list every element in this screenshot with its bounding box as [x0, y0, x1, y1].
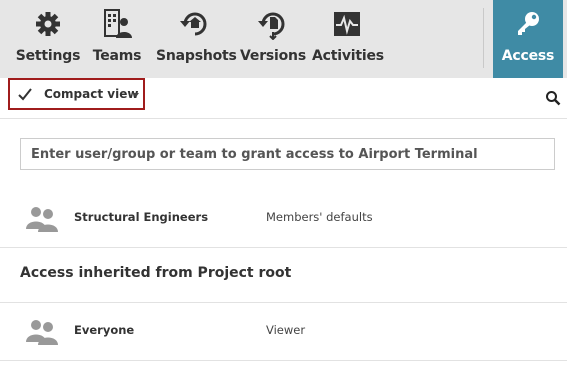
toolbar-label: Teams: [92, 48, 142, 64]
toolbar-label: Snapshots: [156, 48, 237, 64]
grant-access-input[interactable]: [20, 138, 555, 170]
view-bar: Compact view: [0, 78, 567, 119]
chevron-down-icon: [133, 93, 139, 97]
toolbar-access[interactable]: Access: [493, 0, 563, 78]
snapshots-icon: [180, 12, 207, 36]
member-role: Viewer: [266, 323, 306, 337]
toolbar-snapshots[interactable]: Snapshots: [156, 0, 237, 78]
view-selector[interactable]: Compact view: [8, 78, 145, 110]
toolbar-label: Access: [501, 48, 555, 64]
divider: [0, 302, 567, 303]
search-icon[interactable]: [545, 90, 561, 106]
key-icon: [518, 12, 539, 35]
member-role[interactable]: Members' defaults: [266, 210, 373, 224]
member-row[interactable]: Everyone Viewer: [0, 304, 567, 361]
gear-icon: [36, 12, 60, 36]
toolbar-label: Activities: [312, 48, 384, 64]
toolbar-divider: [483, 8, 484, 68]
toolbar-label: Versions: [240, 48, 306, 64]
member-name: Everyone: [74, 323, 135, 337]
activities-icon: [334, 12, 360, 36]
inherited-section-title: Access inherited from Project root: [20, 265, 292, 281]
toolbar-activities[interactable]: Activities: [312, 0, 384, 78]
toolbar-label: Settings: [15, 48, 81, 64]
view-selector-label: Compact view: [44, 87, 139, 101]
versions-icon: [258, 12, 285, 40]
toolbar-versions[interactable]: Versions: [240, 0, 306, 78]
group-icon: [26, 207, 58, 232]
group-icon: [26, 320, 58, 345]
toolbar-settings[interactable]: Settings: [12, 0, 84, 78]
member-name: Structural Engineers: [74, 210, 209, 224]
toolbar: Settings Teams Snapshots Versions Activi…: [0, 0, 567, 78]
member-row[interactable]: Structural Engineers Members' defaults: [0, 191, 567, 248]
toolbar-teams[interactable]: Teams: [88, 0, 146, 78]
check-icon: [18, 88, 32, 101]
teams-icon: [104, 9, 132, 38]
